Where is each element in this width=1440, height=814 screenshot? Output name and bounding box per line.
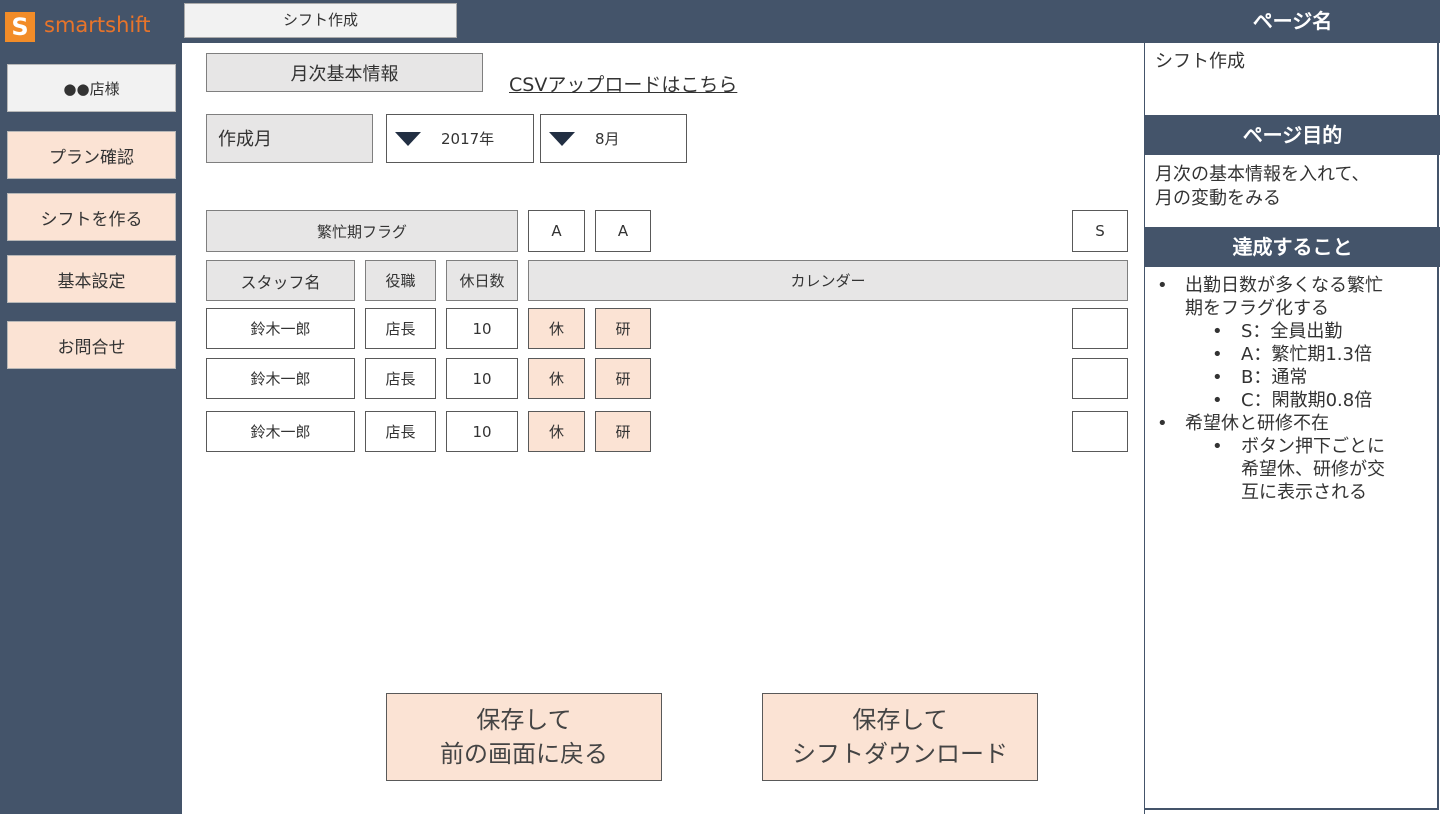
goal-subitem: C：閑散期0.8倍 [1155, 389, 1435, 412]
busy-flag-label: 繁忙期フラグ [206, 210, 518, 252]
page-purpose-line2: 月の変動をみる [1155, 188, 1281, 209]
goal-item: 出勤日数が多くなる繁忙 期をフラグ化する [1155, 274, 1435, 320]
goal-subitem: A：繁忙期1.3倍 [1155, 343, 1435, 366]
chevron-down-icon [395, 131, 421, 146]
calendar-toggle-cell[interactable]: 休 [528, 411, 585, 452]
sidebar-item-settings[interactable]: 基本設定 [7, 255, 176, 303]
calendar-toggle-cell[interactable]: 休 [528, 358, 585, 399]
days-off-cell[interactable]: 10 [446, 308, 518, 349]
goal-item-line: 出勤日数が多くなる繁忙 [1185, 275, 1383, 296]
staff-name-cell: 鈴木一郎 [206, 411, 355, 452]
goals-list: 出勤日数が多くなる繁忙 期をフラグ化する S：全員出勤 A：繁忙期1.3倍 B：… [1155, 274, 1435, 504]
calendar-toggle-cell[interactable]: 研 [595, 411, 651, 452]
calendar-toggle-cell[interactable]: 研 [595, 308, 651, 349]
role-cell: 店長 [365, 411, 436, 452]
days-off-cell[interactable]: 10 [446, 411, 518, 452]
save-back-line2: 前の画面に戻る [440, 740, 608, 768]
goal-subitem-line: 希望休、研修が交 [1241, 459, 1385, 480]
page-purpose-heading: ページ目的 [1145, 115, 1440, 155]
sidebar-item-plan[interactable]: プラン確認 [7, 131, 176, 179]
save-download-line2: シフトダウンロード [792, 740, 1008, 768]
sidebar-item-create-shift[interactable]: シフトを作る [7, 193, 176, 241]
year-select-value: 2017年 [441, 130, 495, 148]
sidebar-item-contact[interactable]: お問合せ [7, 321, 176, 369]
days-off-cell[interactable]: 10 [446, 358, 518, 399]
logo-name: smartshift [44, 13, 151, 37]
calendar-toggle-cell[interactable]: 研 [595, 358, 651, 399]
staff-name-cell: 鈴木一郎 [206, 358, 355, 399]
sidebar-item-store[interactable]: ●●店様 [7, 64, 176, 112]
tab-shift-create[interactable]: シフト作成 [184, 3, 457, 38]
goal-subitem-line: ボタン押下ごとに [1241, 436, 1385, 457]
goal-subitem: ボタン押下ごとに 希望休、研修が交 互に表示される [1155, 435, 1435, 504]
column-header-days-off: 休日数 [446, 260, 518, 301]
page-name-heading: ページ名 [1145, 0, 1440, 43]
calendar-toggle-cell[interactable]: 休 [528, 308, 585, 349]
role-cell: 店長 [365, 358, 436, 399]
goals-heading: 達成すること [1145, 227, 1440, 267]
page-purpose-line1: 月次の基本情報を入れて、 [1155, 164, 1370, 185]
save-back-line1: 保存して [476, 706, 572, 734]
month-select[interactable]: 8月 [540, 114, 687, 163]
save-back-button[interactable]: 保存して 前の画面に戻る [386, 693, 662, 781]
calendar-cell[interactable] [1072, 308, 1128, 349]
sidebar [0, 0, 182, 814]
staff-name-cell: 鈴木一郎 [206, 308, 355, 349]
flag-cell[interactable]: A [528, 210, 585, 252]
panel-border [1144, 808, 1439, 810]
flag-cell[interactable]: S [1072, 210, 1128, 252]
column-header-role: 役職 [365, 260, 436, 301]
csv-upload-link[interactable]: CSVアップロードはこちら [509, 70, 737, 97]
goal-item: 希望休と研修不在 [1155, 412, 1435, 435]
month-label: 作成月 [206, 114, 373, 163]
calendar-cell[interactable] [1072, 358, 1128, 399]
logo-icon: S [5, 12, 35, 42]
page-name-text: シフト作成 [1155, 51, 1245, 72]
save-download-line1: 保存して [852, 706, 948, 734]
month-select-value: 8月 [595, 130, 620, 148]
year-select[interactable]: 2017年 [386, 114, 534, 163]
goal-subitem-line: 互に表示される [1241, 482, 1367, 503]
section-title: 月次基本情報 [206, 53, 483, 92]
save-download-button[interactable]: 保存して シフトダウンロード [762, 693, 1038, 781]
column-header-staff: スタッフ名 [206, 260, 355, 301]
chevron-down-icon [549, 131, 575, 146]
goal-subitem: S：全員出勤 [1155, 320, 1435, 343]
goal-item-line: 期をフラグ化する [1185, 298, 1329, 319]
goal-subitem: B：通常 [1155, 366, 1435, 389]
flag-cell[interactable]: A [595, 210, 651, 252]
role-cell: 店長 [365, 308, 436, 349]
column-header-calendar: カレンダー [528, 260, 1128, 301]
calendar-cell[interactable] [1072, 411, 1128, 452]
